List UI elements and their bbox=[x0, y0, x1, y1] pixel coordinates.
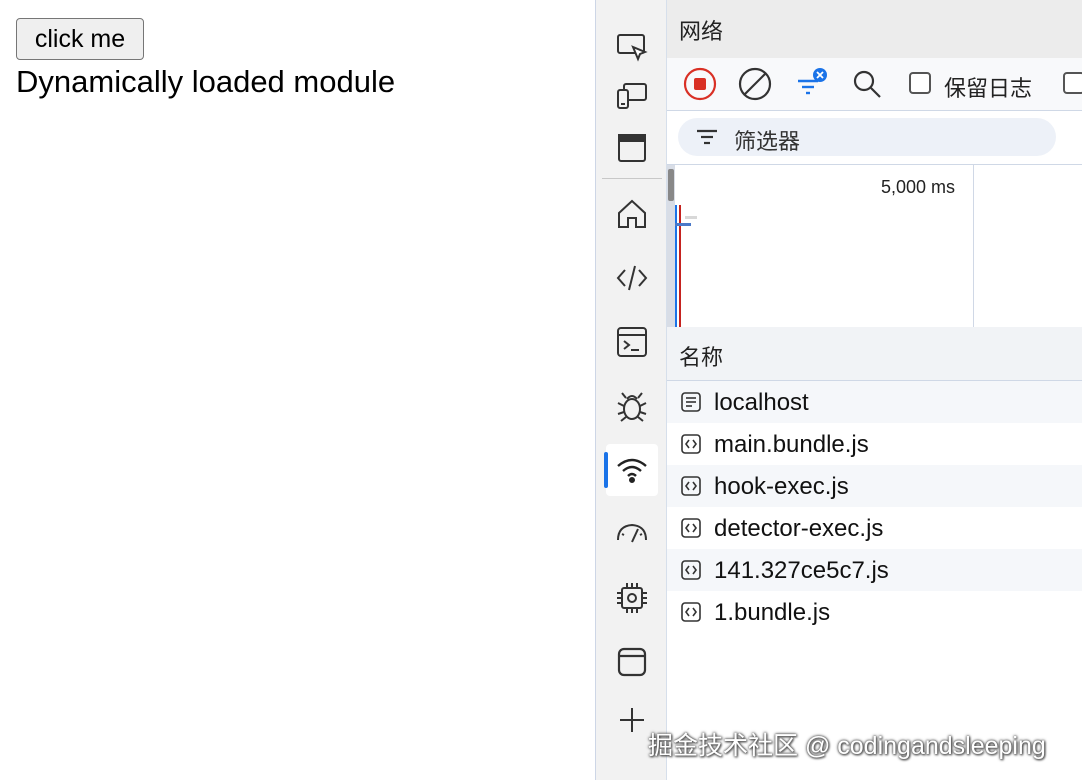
debugger-bug-icon[interactable] bbox=[606, 380, 658, 432]
home-icon[interactable] bbox=[606, 188, 658, 240]
table-row[interactable]: 1.bundle.js bbox=[667, 591, 1082, 633]
filter-placeholder: 筛选器 bbox=[734, 129, 801, 154]
network-wifi-icon[interactable] bbox=[604, 444, 658, 496]
script-icon bbox=[681, 476, 701, 496]
table-row[interactable]: hook-exec.js bbox=[667, 465, 1082, 507]
click-me-button[interactable]: click me bbox=[16, 18, 144, 60]
request-name: hook-exec.js bbox=[714, 473, 849, 500]
filter-icon bbox=[697, 129, 717, 145]
panel-header: 网络 bbox=[667, 0, 1082, 58]
request-name: main.bundle.js bbox=[714, 431, 869, 458]
overview-scroll-thumb[interactable] bbox=[668, 169, 674, 201]
console-icon[interactable] bbox=[606, 316, 658, 368]
network-toolbar: 保留日志 bbox=[667, 58, 1082, 111]
script-icon bbox=[681, 560, 701, 580]
network-panel: 网络 保留日志 筛选器 5,000 ms 名称 localhost main.b… bbox=[667, 0, 1082, 780]
overview-scrollbar[interactable] bbox=[667, 165, 675, 327]
document-icon bbox=[681, 392, 701, 412]
timeline-tick-line bbox=[973, 165, 974, 327]
requests-list: localhost main.bundle.js hook-exec.js de… bbox=[667, 381, 1082, 633]
script-icon bbox=[681, 434, 701, 454]
page-viewport: click me Dynamically loaded module bbox=[0, 0, 595, 780]
disable-cache-checkbox[interactable] bbox=[1063, 72, 1082, 94]
window-icon[interactable] bbox=[606, 122, 658, 174]
request-name: 1.bundle.js bbox=[714, 599, 831, 626]
panel-title: 网络 bbox=[679, 19, 724, 44]
elements-code-icon[interactable] bbox=[606, 252, 658, 304]
device-emulation-icon[interactable] bbox=[606, 70, 658, 122]
script-icon bbox=[681, 602, 701, 622]
script-icon bbox=[681, 518, 701, 538]
activity-separator bbox=[602, 178, 662, 179]
inspect-icon[interactable] bbox=[606, 20, 658, 72]
record-stop-icon[interactable] bbox=[682, 66, 718, 102]
devtools-activity-bar bbox=[595, 0, 667, 780]
timeline-tick-label: 5,000 ms bbox=[881, 177, 956, 197]
preserve-log-checkbox[interactable] bbox=[909, 72, 931, 94]
filter-row: 筛选器 bbox=[667, 111, 1082, 163]
dynamic-module-text: Dynamically loaded module bbox=[16, 64, 396, 99]
filter-input[interactable]: 筛选器 bbox=[678, 118, 1056, 156]
column-header-name[interactable]: 名称 bbox=[679, 340, 723, 372]
table-row[interactable]: main.bundle.js bbox=[667, 423, 1082, 465]
watermark-text: 掘金技术社区 @ codingandsleeping bbox=[648, 732, 1046, 760]
table-row[interactable]: localhost bbox=[667, 381, 1082, 423]
table-row[interactable]: 141.327ce5c7.js bbox=[667, 549, 1082, 591]
memory-chip-icon[interactable] bbox=[606, 572, 658, 624]
request-name: detector-exec.js bbox=[714, 515, 884, 542]
requests-table-header: 名称 bbox=[667, 327, 1082, 381]
waterfall-bar bbox=[685, 216, 697, 219]
timeline-overview[interactable]: 5,000 ms bbox=[667, 164, 1082, 328]
request-name: 141.327ce5c7.js bbox=[714, 557, 889, 584]
table-row[interactable]: detector-exec.js bbox=[667, 507, 1082, 549]
performance-gauge-icon[interactable] bbox=[606, 508, 658, 560]
request-name: localhost bbox=[714, 389, 809, 416]
application-icon[interactable] bbox=[606, 636, 658, 688]
waterfall-bar bbox=[675, 223, 691, 226]
preserve-log-label: 保留日志 bbox=[944, 76, 1033, 101]
clear-icon[interactable] bbox=[737, 66, 773, 102]
search-icon[interactable] bbox=[849, 66, 885, 102]
filter-toggle-icon[interactable] bbox=[793, 66, 829, 102]
